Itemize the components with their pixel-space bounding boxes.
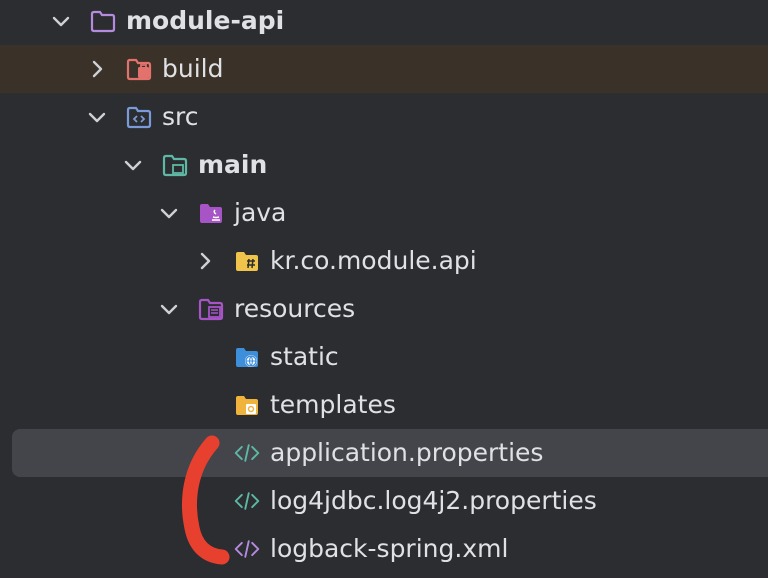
- module-folder-icon: [90, 8, 116, 34]
- tree-label: templates: [270, 390, 396, 419]
- tree-row-package[interactable]: kr.co.module.api: [0, 237, 768, 285]
- tree-label: log4jdbc.log4j2.properties: [270, 486, 597, 515]
- tree-label: application.properties: [270, 438, 544, 467]
- chevron-right-icon[interactable]: [194, 250, 216, 272]
- tree-row-templates[interactable]: templates: [0, 381, 768, 429]
- tree-label: main: [198, 150, 268, 179]
- xml-file-icon: [234, 536, 260, 562]
- tree-label: module-api: [126, 6, 285, 35]
- project-tree: module-api build src main java kr.co.mod…: [0, 0, 768, 578]
- templates-folder-icon: [234, 392, 260, 418]
- tree-row-module-api[interactable]: module-api: [0, 0, 768, 45]
- source-root-folder-icon: [162, 152, 188, 178]
- tree-row-src[interactable]: src: [0, 93, 768, 141]
- resources-folder-icon: [198, 296, 224, 322]
- tree-row-java[interactable]: java: [0, 189, 768, 237]
- tree-row-main[interactable]: main: [0, 141, 768, 189]
- tree-row-static[interactable]: static: [0, 333, 768, 381]
- tree-label: kr.co.module.api: [270, 246, 477, 275]
- java-folder-icon: [198, 200, 224, 226]
- package-folder-icon: [234, 248, 260, 274]
- tree-label: java: [234, 198, 287, 227]
- tree-label: build: [162, 54, 224, 83]
- tree-label: logback-spring.xml: [270, 534, 509, 563]
- chevron-down-icon[interactable]: [122, 154, 144, 176]
- properties-file-icon: [234, 488, 260, 514]
- web-folder-icon: [234, 344, 260, 370]
- tree-row-build[interactable]: build: [0, 45, 768, 93]
- tree-label: src: [162, 102, 199, 131]
- chevron-right-icon[interactable]: [86, 58, 108, 80]
- properties-file-icon: [234, 440, 260, 466]
- source-folder-icon: [126, 104, 152, 130]
- excluded-folder-icon: [126, 56, 152, 82]
- tree-row-log4jdbc-properties[interactable]: log4jdbc.log4j2.properties: [0, 477, 768, 525]
- chevron-down-icon[interactable]: [86, 106, 108, 128]
- tree-label: resources: [234, 294, 356, 323]
- chevron-down-icon[interactable]: [158, 298, 180, 320]
- chevron-down-icon[interactable]: [50, 10, 72, 32]
- tree-row-application-properties[interactable]: application.properties: [12, 429, 768, 477]
- tree-row-logback-xml[interactable]: logback-spring.xml: [0, 525, 768, 573]
- chevron-down-icon[interactable]: [158, 202, 180, 224]
- tree-row-resources[interactable]: resources: [0, 285, 768, 333]
- tree-label: static: [270, 342, 339, 371]
